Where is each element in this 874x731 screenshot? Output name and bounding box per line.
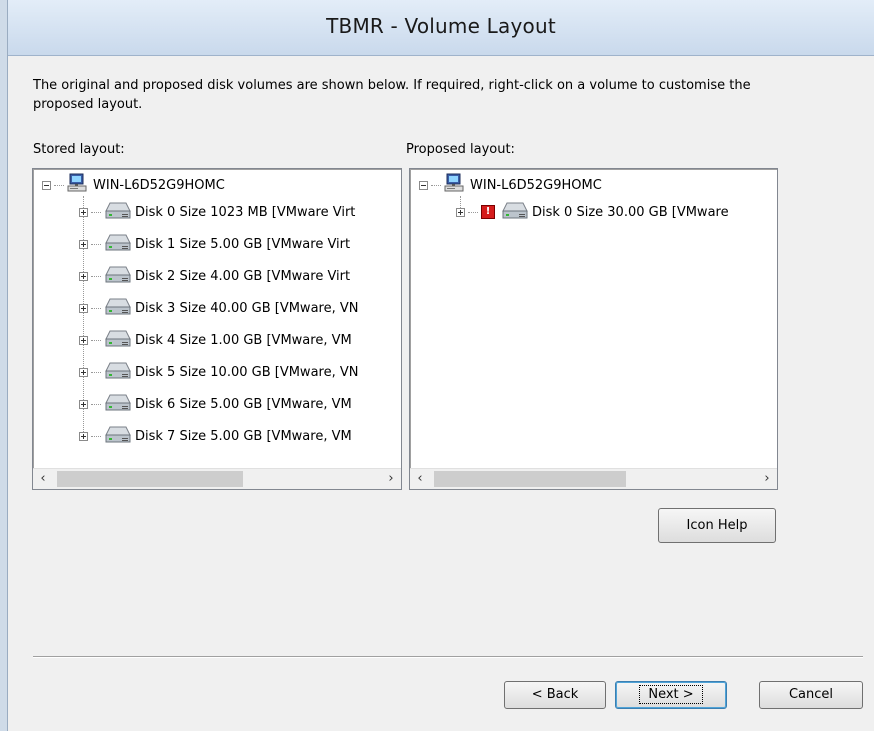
disk-tree-node[interactable]: Disk 4 Size 1.00 GB [VMware, VM [79, 329, 352, 351]
disk-label: Disk 7 Size 5.00 GB [VMware, VM [135, 428, 352, 444]
disk-tree-node[interactable]: Disk 1 Size 5.00 GB [VMware Virt [79, 233, 350, 255]
disk-tree-node[interactable]: ! Disk 0 Size 30.00 GB [VMware [456, 201, 729, 223]
hard-disk-icon [104, 200, 135, 224]
tree-root-label: WIN-L6D52G9HOMC [93, 177, 225, 193]
title-bar[interactable]: TBMR - Volume Layout [8, 0, 874, 56]
back-button[interactable]: < Back [504, 681, 606, 709]
expand-icon[interactable] [79, 367, 88, 377]
collapse-icon[interactable] [42, 180, 51, 190]
disk-label: Disk 1 Size 5.00 GB [VMware Virt [135, 236, 351, 252]
scroll-left-arrow-icon[interactable]: ‹ [33, 469, 53, 489]
hard-disk-icon [104, 360, 135, 384]
disk-tree-node[interactable]: Disk 5 Size 10.00 GB [VMware, VN [79, 361, 358, 383]
stored-layout-tree[interactable]: WIN-L6D52G9HOMC Disk 0 Size 1023 MB [VMwa… [32, 168, 402, 490]
expand-icon[interactable] [79, 239, 88, 249]
next-button-label: Next > [639, 685, 703, 704]
expand-icon[interactable] [79, 303, 88, 313]
disk-label: Disk 3 Size 40.00 GB [VMware, VN [135, 300, 359, 316]
disk-tree-node[interactable]: Disk 0 Size 1023 MB [VMware Virt [79, 201, 355, 223]
error-icon: ! [481, 205, 495, 219]
scrollbar-thumb[interactable] [434, 471, 626, 487]
disk-tree-node[interactable]: Disk 6 Size 5.00 GB [VMware, VM [79, 393, 352, 415]
expand-icon[interactable] [79, 431, 88, 441]
hard-disk-icon [104, 392, 135, 416]
next-button[interactable]: Next > [615, 681, 727, 709]
hard-disk-icon [104, 296, 135, 320]
window-title: TBMR - Volume Layout [326, 14, 556, 38]
disk-tree-node[interactable]: Disk 2 Size 4.00 GB [VMware Virt [79, 265, 350, 287]
disk-label: Disk 0 Size 30.00 GB [VMware [532, 204, 729, 220]
expand-icon[interactable] [79, 207, 88, 217]
disk-label: Disk 0 Size 1023 MB [VMware Virt [135, 204, 356, 220]
tree-root-node[interactable]: WIN-L6D52G9HOMC [42, 173, 225, 197]
disk-label: Disk 2 Size 4.00 GB [VMware Virt [135, 268, 351, 284]
computer-icon [67, 173, 93, 197]
scroll-right-arrow-icon[interactable]: › [381, 469, 401, 489]
tree-root-label: WIN-L6D52G9HOMC [470, 177, 602, 193]
disk-tree-node[interactable]: Disk 7 Size 5.00 GB [VMware, VM [79, 425, 352, 447]
expand-icon[interactable] [79, 335, 88, 345]
disk-label: Disk 5 Size 10.00 GB [VMware, VN [135, 364, 359, 380]
scrollbar-thumb[interactable] [57, 471, 243, 487]
hard-disk-icon [501, 200, 532, 224]
proposed-horizontal-scrollbar[interactable]: ‹ › [410, 468, 777, 489]
expand-icon[interactable] [79, 271, 88, 281]
disk-label: Disk 4 Size 1.00 GB [VMware, VM [135, 332, 352, 348]
proposed-layout-tree[interactable]: WIN-L6D52G9HOMC! Disk 0 Size 30.00 GB [VM… [409, 168, 778, 490]
expand-icon[interactable] [456, 207, 465, 217]
tree-root-node[interactable]: WIN-L6D52G9HOMC [419, 173, 602, 197]
footer-separator [33, 656, 863, 658]
expand-icon[interactable] [79, 399, 88, 409]
cancel-button[interactable]: Cancel [759, 681, 863, 709]
hard-disk-icon [104, 264, 135, 288]
collapse-icon[interactable] [419, 180, 428, 190]
intro-text: The original and proposed disk volumes a… [33, 78, 751, 112]
scroll-right-arrow-icon[interactable]: › [757, 469, 777, 489]
hard-disk-icon [104, 424, 135, 448]
scroll-left-arrow-icon[interactable]: ‹ [410, 469, 430, 489]
icon-help-button[interactable]: Icon Help [658, 508, 776, 543]
proposed-layout-label: Proposed layout: [406, 142, 515, 157]
computer-icon [444, 173, 470, 197]
hard-disk-icon [104, 328, 135, 352]
disk-tree-node[interactable]: Disk 3 Size 40.00 GB [VMware, VN [79, 297, 358, 319]
stored-layout-label: Stored layout: [33, 142, 125, 157]
disk-label: Disk 6 Size 5.00 GB [VMware, VM [135, 396, 352, 412]
hard-disk-icon [104, 232, 135, 256]
window-frame-left [0, 0, 8, 731]
stored-horizontal-scrollbar[interactable]: ‹ › [33, 468, 401, 489]
